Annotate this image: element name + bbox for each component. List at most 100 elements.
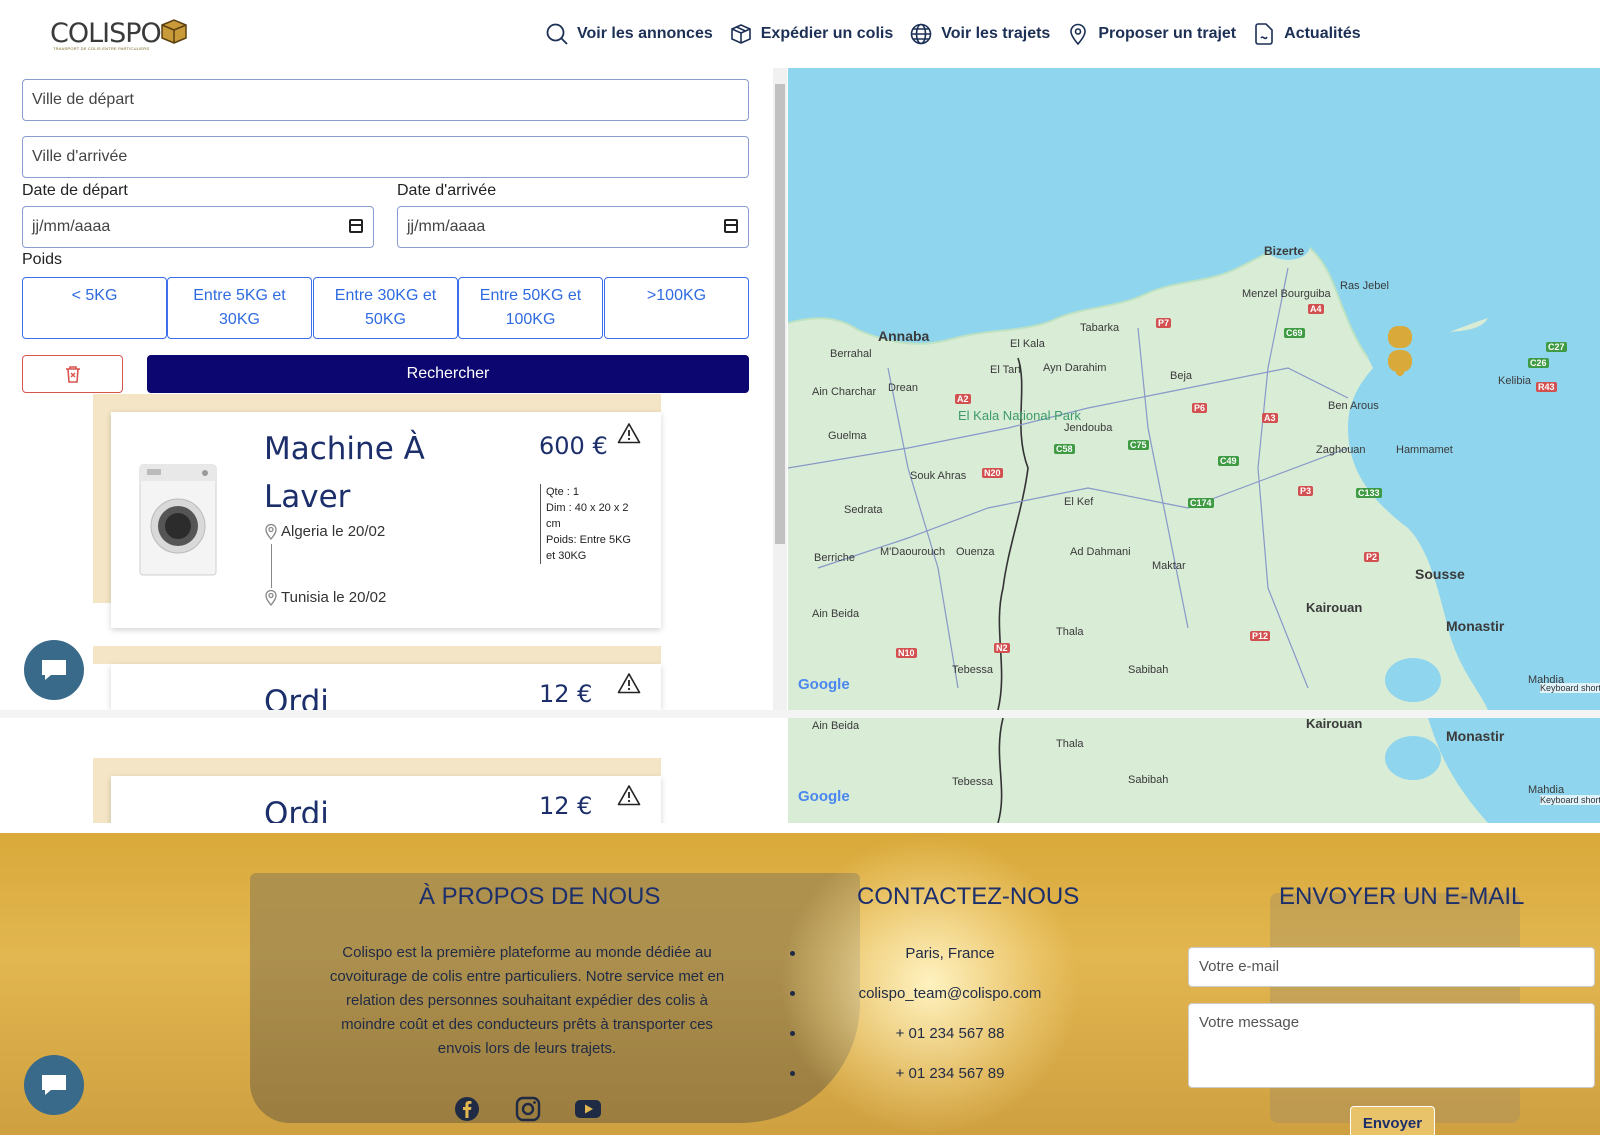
listing-price: 12 € (539, 680, 593, 708)
arrival-city-input[interactable]: Ville d'arrivée (22, 136, 749, 178)
contact-phone[interactable]: + 01 234 567 88 (850, 1025, 1050, 1042)
contact-item: colispo_team@colispo.com (790, 973, 1190, 1013)
bullet (790, 990, 795, 996)
weight-option-50-100[interactable]: Entre 50KG et 100KG (458, 277, 603, 339)
listing-card[interactable]: Ordi 12 € (111, 776, 661, 823)
spec-qty: Qte : 1 (546, 486, 580, 498)
panel-scrollbar[interactable] (773, 68, 787, 710)
google-logo: Google (798, 788, 850, 805)
map-label: Guelma (828, 430, 867, 442)
map-label: Jendouba (1064, 422, 1113, 434)
road-marker: A4 (1308, 304, 1324, 314)
map-label: Ad Dahmani (1070, 546, 1131, 558)
map-label: Kelibia (1498, 375, 1532, 387)
message-textarea[interactable]: Votre message (1188, 1003, 1595, 1088)
listing-title[interactable]: Machine À Laver (264, 425, 464, 521)
listing-title[interactable]: Ordi (264, 790, 464, 823)
map-label: Monastir (1446, 728, 1505, 744)
trash-icon (65, 366, 80, 383)
nav-actualites[interactable]: Actualités (1252, 22, 1361, 46)
nav-voir-annonces[interactable]: Voir les annonces (545, 22, 713, 46)
road-marker: C174 (1188, 498, 1214, 508)
left-panel-lower-strip: Ordi 12 € (0, 718, 773, 823)
map-label: Berrahal (830, 348, 872, 360)
weight-option-5-30[interactable]: Entre 5KG et 30KG (167, 277, 312, 339)
listing-card[interactable]: Ordi 12 € (111, 664, 661, 710)
arrival-date-label: Date d'arrivée (397, 182, 497, 199)
map-label: Souk Ahras (910, 470, 967, 482)
chat-widget-button[interactable] (24, 640, 84, 700)
placeholder-text: Ville d'arrivée (32, 148, 128, 165)
date-placeholder: jj/mm/aaaa (407, 218, 486, 235)
send-button[interactable]: Envoyer (1350, 1106, 1435, 1135)
warning-icon[interactable] (617, 422, 641, 444)
road-marker: C49 (1218, 456, 1239, 466)
map-label: Tebessa (952, 776, 993, 788)
map-label: Kairouan (1306, 718, 1363, 731)
header: COLISPO TRANSPORT DE COLIS ENTRE PARTICU… (0, 0, 1600, 68)
contact-item: + 01 234 567 88 (790, 1013, 1190, 1053)
map-label: Drean (888, 382, 918, 394)
map-label: Sabibah (1128, 774, 1169, 786)
weight-option-gt100[interactable]: >100KG (604, 277, 749, 339)
bullet (790, 1030, 795, 1036)
bullet (790, 950, 795, 956)
arrival-date-input[interactable]: jj/mm/aaaa (397, 206, 749, 248)
scrollbar-thumb[interactable] (775, 84, 785, 544)
about-title: À PROPOS DE NOUS (419, 883, 661, 910)
listing-specs: Qte : 1 Dim : 40 x 20 x 2 cm Poids: Entr… (540, 484, 635, 564)
calendar-icon[interactable] (724, 219, 738, 233)
map-label: Tebessa (952, 664, 993, 676)
map-label: Ben Arous (1328, 400, 1379, 412)
map-label: Bizerte (1264, 244, 1305, 258)
calendar-icon[interactable] (349, 219, 363, 233)
contact-phone[interactable]: + 01 234 567 89 (850, 1065, 1050, 1082)
route-from: Algeria le 20/02 (263, 522, 385, 540)
warning-icon[interactable] (617, 784, 641, 806)
map-attribution[interactable]: Keyboard shortcuts Map data (1540, 683, 1600, 693)
email-input[interactable]: Votre e-mail (1188, 947, 1595, 987)
map-label: Sedrata (844, 504, 883, 516)
road-marker: C75 (1128, 440, 1149, 450)
search-button[interactable]: Rechercher (147, 355, 749, 393)
nav-expedier-colis[interactable]: Expédier un colis (729, 22, 893, 46)
departure-city-input[interactable]: Ville de départ (22, 79, 749, 121)
contact-title: CONTACTEZ-NOUS (857, 883, 1080, 910)
facebook-icon[interactable] (453, 1095, 481, 1123)
map-label: Ain Beida (812, 608, 860, 620)
globe-icon (910, 23, 932, 45)
logo[interactable]: COLISPO TRANSPORT DE COLIS ENTRE PARTICU… (50, 18, 189, 51)
footer: À PROPOS DE NOUS Colispo est la première… (0, 833, 1600, 1135)
email-title: ENVOYER UN E-MAIL (1279, 883, 1525, 910)
nav-voir-trajets[interactable]: Voir les trajets (909, 22, 1050, 46)
map-label: Berriche (814, 552, 855, 564)
map-attribution[interactable]: Keyboard shortcuts Map data (1540, 795, 1600, 805)
location-pin-icon (265, 589, 277, 606)
map-label: Annaba (878, 328, 930, 344)
map-label: El Kala (1010, 338, 1045, 350)
weight-label: Poids (22, 251, 63, 268)
map-view-lower[interactable]: Ain Beida Thala Kairouan Monastir Tebess… (788, 718, 1600, 823)
nav-label: Actualités (1284, 25, 1361, 42)
date-placeholder: jj/mm/aaaa (32, 218, 111, 235)
map-view[interactable]: Bizerte Menzel Bourguiba Ras Jebel Annab… (788, 68, 1600, 710)
departure-date-input[interactable]: jj/mm/aaaa (22, 206, 374, 248)
youtube-icon[interactable] (574, 1095, 602, 1123)
listing-card[interactable]: Machine À Laver 600 € Qte : 1 Dim : 40 x… (111, 412, 661, 628)
contact-email[interactable]: colispo_team@colispo.com (850, 985, 1050, 1002)
weight-option-30-50[interactable]: Entre 30KG et 50KG (313, 277, 458, 339)
road-marker: N10 (896, 648, 917, 658)
warning-icon[interactable] (617, 672, 641, 694)
route-to: Tunisia le 20/02 (263, 588, 386, 606)
map-label: El Kef (1064, 496, 1094, 508)
contact-item: Paris, France (790, 933, 1190, 973)
listing-title[interactable]: Ordi (264, 678, 464, 710)
nav-proposer-trajet[interactable]: Proposer un trajet (1066, 22, 1236, 46)
instagram-icon[interactable] (514, 1095, 542, 1123)
weight-option-lt5[interactable]: < 5KG (22, 277, 167, 339)
map-label: Zaghouan (1316, 444, 1366, 456)
reset-button[interactable] (22, 355, 123, 393)
spec-weight: Poids: Entre 5KG et 30KG (546, 534, 631, 562)
map-label: Beja (1170, 370, 1193, 382)
chat-widget-button[interactable] (24, 1055, 84, 1115)
